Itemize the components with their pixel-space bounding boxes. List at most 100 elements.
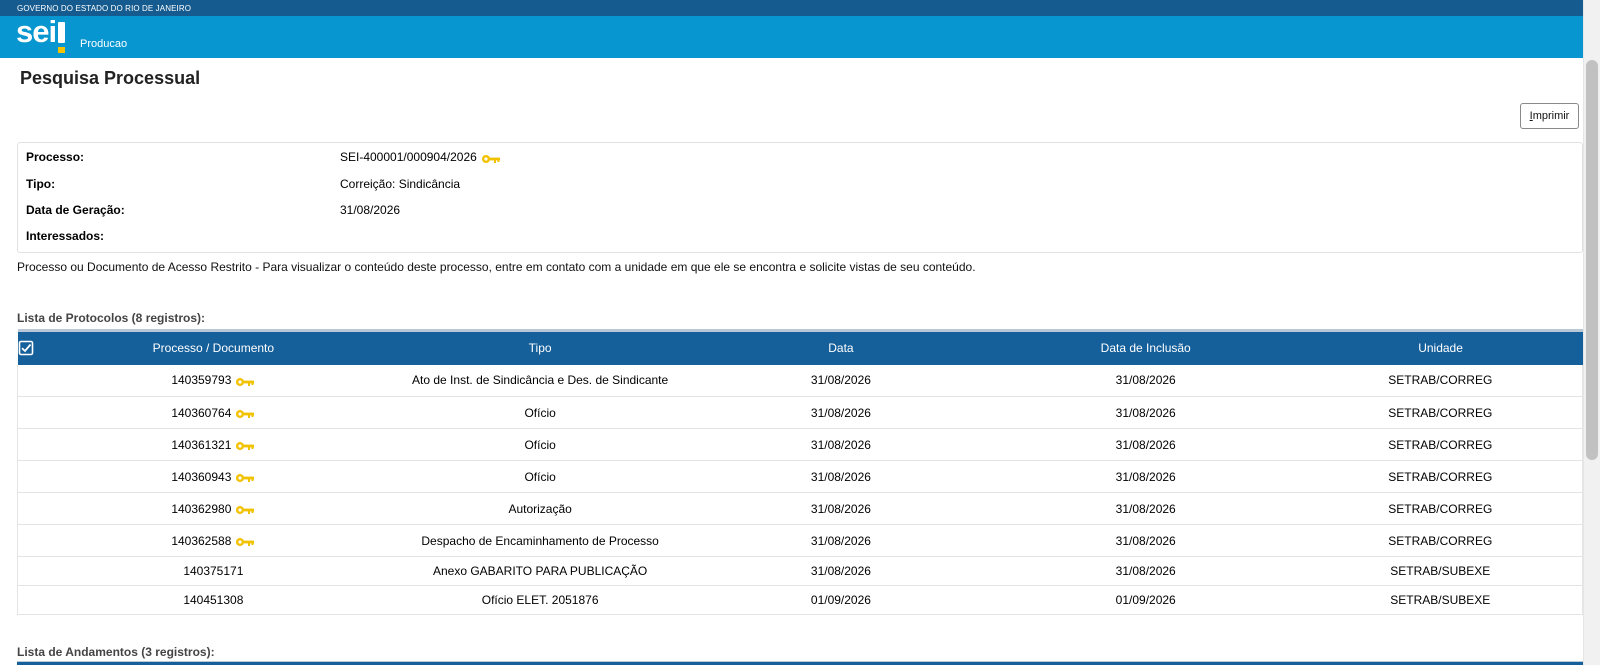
unidade-cell: SETRAB/CORREG bbox=[1298, 524, 1583, 557]
protocolos-caption: Lista de Protocolos (8 registros): bbox=[17, 311, 206, 325]
document-link[interactable]: 140451308 bbox=[183, 593, 243, 607]
page: GOVERNO DO ESTADO DO RIO DE JANEIRO sei … bbox=[0, 0, 1583, 665]
column-header-data-inclusao[interactable]: Data de Inclusão bbox=[992, 329, 1299, 365]
data-inclusao-cell: 31/08/2026 bbox=[992, 556, 1299, 586]
data-inclusao-cell: 31/08/2026 bbox=[992, 428, 1299, 461]
tipo-cell: Anexo GABARITO PARA PUBLICAÇÃO bbox=[391, 556, 690, 586]
tipo-cell: Ato de Inst. de Sindicância e Des. de Si… bbox=[391, 364, 690, 397]
documento-cell: 140359793 bbox=[35, 364, 392, 397]
tipo-cell: Autorização bbox=[391, 492, 690, 525]
protocolos-header-row: Processo / Documento Tipo Data Data de I… bbox=[17, 329, 1583, 365]
data-cell: 31/08/2026 bbox=[689, 556, 993, 586]
process-info-box: Processo: SEI-400001/000904/2026 Tipo: C… bbox=[17, 142, 1583, 253]
tipo-cell: Ofício bbox=[391, 428, 690, 461]
sei-logo-exclamation-icon bbox=[58, 22, 65, 53]
data-cell: 31/08/2026 bbox=[689, 460, 993, 493]
table-row[interactable]: 140362588 Despacho de Encaminhamento de P… bbox=[17, 524, 1583, 557]
key-icon bbox=[235, 408, 255, 419]
interessados-label: Interessados: bbox=[26, 229, 105, 243]
data-cell: 31/08/2026 bbox=[689, 524, 993, 557]
row-spacer-cell bbox=[17, 428, 36, 461]
gov-bar: GOVERNO DO ESTADO DO RIO DE JANEIRO bbox=[0, 0, 1583, 16]
data-inclusao-cell: 31/08/2026 bbox=[992, 524, 1299, 557]
gov-name: GOVERNO DO ESTADO DO RIO DE JANEIRO bbox=[17, 4, 192, 13]
andamentos-caption: Lista de Andamentos (3 registros): bbox=[17, 645, 215, 659]
documento-cell: 140360764 bbox=[35, 396, 392, 429]
row-spacer-cell bbox=[17, 396, 36, 429]
page-title: Pesquisa Processual bbox=[20, 68, 201, 88]
tipo-cell: Ofício ELET. 2051876 bbox=[391, 585, 690, 615]
row-spacer-cell bbox=[17, 492, 36, 525]
column-header-data[interactable]: Data bbox=[689, 329, 993, 365]
unidade-cell: SETRAB/CORREG bbox=[1298, 460, 1583, 493]
table-row[interactable]: 140362980 Autorização 31/08/2026 31/08/2026… bbox=[17, 492, 1583, 525]
table-row[interactable]: 140360764 Ofício 31/08/2026 31/08/2026 SETRA… bbox=[17, 396, 1583, 429]
print-label-rest: mprimir bbox=[1532, 110, 1570, 122]
documento-cell: 140362980 bbox=[35, 492, 392, 525]
unidade-cell: SETRAB/CORREG bbox=[1298, 396, 1583, 429]
tipo-cell: Ofício bbox=[391, 396, 690, 429]
scrollbar-thumb[interactable] bbox=[1586, 60, 1598, 460]
data-cell: 31/08/2026 bbox=[689, 364, 993, 397]
sei-logo[interactable]: sei bbox=[16, 14, 57, 50]
unidade-cell: SETRAB/SUBEXE bbox=[1298, 585, 1583, 615]
brand-bar: sei Producao bbox=[0, 14, 1583, 58]
table-row[interactable]: 140359793 Ato de Inst. de Sindicância e D… bbox=[17, 364, 1583, 397]
column-header-documento[interactable]: Processo / Documento bbox=[35, 329, 392, 365]
key-icon bbox=[235, 472, 255, 483]
select-all-cell[interactable] bbox=[17, 329, 36, 365]
document-link[interactable]: 140362980 bbox=[171, 502, 231, 516]
document-link[interactable]: 140375171 bbox=[183, 564, 243, 578]
document-link[interactable]: 140361321 bbox=[171, 438, 231, 452]
checkbox-checked-icon[interactable] bbox=[18, 340, 34, 356]
key-icon bbox=[481, 153, 501, 163]
data-inclusao-cell: 31/08/2026 bbox=[992, 364, 1299, 397]
data-geracao-label: Data de Geração: bbox=[26, 203, 125, 217]
document-link[interactable]: 140360943 bbox=[171, 470, 231, 484]
data-cell: 31/08/2026 bbox=[689, 492, 993, 525]
row-spacer-cell bbox=[17, 585, 36, 615]
protocolos-body: 140359793 Ato de Inst. de Sindicância e D… bbox=[17, 364, 1583, 615]
key-icon bbox=[235, 504, 255, 515]
key-icon bbox=[235, 536, 255, 547]
row-spacer-cell bbox=[17, 524, 36, 557]
documento-cell: 140360943 bbox=[35, 460, 392, 493]
tipo-value: Correição: Sindicância bbox=[340, 177, 461, 191]
restricted-access-notice: Processo ou Documento de Acesso Restrito… bbox=[17, 260, 976, 274]
tipo-cell: Despacho de Encaminhamento de Processo bbox=[391, 524, 690, 557]
data-cell: 31/08/2026 bbox=[689, 428, 993, 461]
processo-label: Processo: bbox=[26, 150, 85, 164]
tipo-cell: Ofício bbox=[391, 460, 690, 493]
table-row[interactable]: 140375171 Anexo GABARITO PARA PUBLICAÇÃO 3… bbox=[17, 556, 1583, 586]
data-inclusao-cell: 01/09/2026 bbox=[992, 585, 1299, 615]
column-header-unidade[interactable]: Unidade bbox=[1298, 329, 1583, 365]
document-link[interactable]: 140362588 bbox=[171, 534, 231, 548]
table-row[interactable]: 140361321 Ofício 31/08/2026 31/08/2026 SETRA… bbox=[17, 428, 1583, 461]
data-geracao-value: 31/08/2026 bbox=[340, 203, 401, 217]
data-inclusao-cell: 31/08/2026 bbox=[992, 492, 1299, 525]
data-inclusao-cell: 31/08/2026 bbox=[992, 396, 1299, 429]
table-row[interactable]: 140451308 Ofício ELET. 2051876 01/09/2026 0… bbox=[17, 585, 1583, 615]
document-link[interactable]: 140359793 bbox=[171, 373, 231, 387]
protocolos-table: Processo / Documento Tipo Data Data de I… bbox=[17, 329, 1583, 615]
table-row[interactable]: 140360943 Ofício 31/08/2026 31/08/2026 SETRA… bbox=[17, 460, 1583, 493]
documento-cell: 140375171 bbox=[35, 556, 392, 586]
processo-number: SEI-400001/000904/2026 bbox=[340, 150, 477, 164]
documento-cell: 140362588 bbox=[35, 524, 392, 557]
unidade-cell: SETRAB/CORREG bbox=[1298, 428, 1583, 461]
vertical-scrollbar[interactable] bbox=[1583, 0, 1600, 665]
row-spacer-cell bbox=[17, 556, 36, 586]
documento-cell: 140451308 bbox=[35, 585, 392, 615]
processo-value: SEI-400001/000904/2026 bbox=[340, 150, 501, 164]
document-link[interactable]: 140360764 bbox=[171, 406, 231, 420]
column-header-tipo[interactable]: Tipo bbox=[391, 329, 690, 365]
data-inclusao-cell: 31/08/2026 bbox=[992, 460, 1299, 493]
unidade-cell: SETRAB/SUBEXE bbox=[1298, 556, 1583, 586]
key-icon bbox=[235, 376, 255, 387]
tipo-label: Tipo: bbox=[26, 177, 56, 191]
data-cell: 01/09/2026 bbox=[689, 585, 993, 615]
andamentos-table-header bbox=[17, 661, 1583, 665]
print-button[interactable]: Imprimir bbox=[1520, 103, 1579, 129]
documento-cell: 140361321 bbox=[35, 428, 392, 461]
unidade-cell: SETRAB/CORREG bbox=[1298, 364, 1583, 397]
